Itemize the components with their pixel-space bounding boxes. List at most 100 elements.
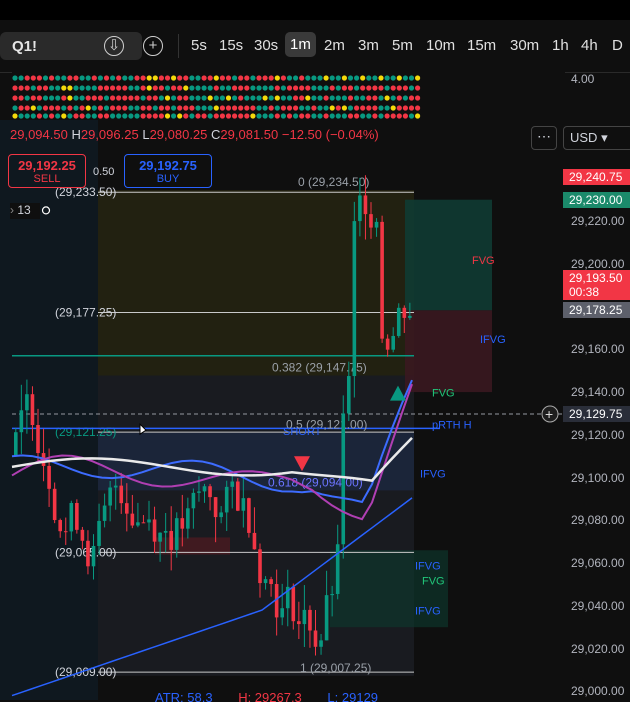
indicator-dot: [268, 95, 274, 101]
indicator-dot: [55, 85, 61, 91]
indicator-dot: [97, 105, 103, 111]
candle-body: [91, 545, 96, 567]
price-axis-label: 29,040.00: [571, 598, 625, 613]
timeframe-4h[interactable]: 4h: [581, 37, 598, 54]
timeframe-5s[interactable]: 5s: [191, 37, 207, 54]
add-symbol-icon[interactable]: +: [143, 36, 163, 56]
indicator-dot: [305, 85, 311, 91]
indicator-dot: [122, 95, 128, 101]
indicator-dot: [317, 113, 323, 119]
timeframe-15m[interactable]: 15m: [467, 37, 496, 54]
indicator-dot: [268, 85, 274, 91]
indicator-dot: [323, 75, 329, 81]
indicator-dot: [110, 85, 116, 91]
indicator-dot: [195, 105, 201, 111]
indicator-dot: [116, 75, 122, 81]
indicator-dot: [256, 113, 262, 119]
candle-body: [52, 488, 57, 521]
indicator-dot: [305, 113, 311, 119]
indicator-dot: [390, 113, 396, 119]
indicator-dot: [30, 95, 36, 101]
candle-body: [402, 307, 407, 318]
atr-value: ATR: 58.3: [155, 690, 213, 702]
indicator-dot: [262, 95, 268, 101]
timeframe-2m[interactable]: 2m: [324, 37, 345, 54]
indicator-dot: [372, 113, 378, 119]
indicator-dot: [189, 105, 195, 111]
candle-body: [269, 579, 273, 585]
indicator-dot: [341, 113, 347, 119]
indicator-dot: [360, 95, 366, 101]
indicator-dot: [305, 105, 311, 111]
indicator-dot: [164, 85, 171, 91]
timeframe-5m[interactable]: 5m: [392, 37, 413, 54]
indicator-dot: [85, 75, 91, 81]
indicator-dot: [61, 75, 67, 81]
indicator-dot: [85, 85, 91, 91]
indicator-dot: [402, 105, 408, 111]
zone-label: IFVG: [415, 560, 441, 572]
indicator-dot: [268, 113, 274, 119]
timeframe-1m[interactable]: 1m: [285, 32, 316, 57]
indicator-dot: [195, 75, 201, 81]
ellipsis-icon: ⋯: [537, 128, 551, 144]
indicator-dot: [49, 95, 55, 101]
indicator-dot: [116, 85, 122, 91]
price-axis[interactable]: [563, 150, 630, 702]
indicator-dot: [49, 105, 55, 111]
ohlc-legend: 29,094.50 H29,096.25 L29,080.25 C29,081.…: [10, 127, 379, 142]
short-zone: [98, 432, 414, 491]
indicator-dot: [91, 105, 97, 111]
more-options-button[interactable]: ⋯: [531, 126, 557, 150]
stats-low: L: 29129: [327, 690, 379, 702]
sell-button[interactable]: 29,192.25 SELL: [8, 154, 86, 188]
indicator-dot: [360, 85, 366, 91]
price-line-label: (29,177.25): [55, 305, 116, 319]
candle-body: [69, 503, 74, 532]
indicator-dot: [73, 85, 79, 91]
price-chart[interactable]: (29,233.50)(29,177.25)(29,121.25)(29,065…: [0, 120, 563, 702]
indicator-dot: [146, 95, 152, 101]
indicator-dot: [415, 85, 421, 91]
indicator-dot: [396, 113, 402, 119]
indicator-dot: [91, 75, 97, 81]
buy-button[interactable]: 29,192.75 BUY: [124, 154, 212, 188]
zone-label: FVG: [432, 387, 455, 399]
timeframe-10m[interactable]: 10m: [426, 37, 455, 54]
indicator-dot: [122, 113, 128, 119]
price-axis-label: 29,000.00: [571, 684, 625, 699]
indicator-dot: [360, 113, 366, 119]
candle-body: [180, 518, 185, 529]
timeframe-30m[interactable]: 30m: [510, 37, 539, 54]
timeframe-3m[interactable]: 3m: [358, 37, 379, 54]
indicator-dot: [128, 113, 134, 119]
symbol-name[interactable]: Q1!: [12, 38, 37, 55]
indicator-dot: [286, 113, 293, 119]
indicator-dot: [396, 95, 402, 101]
price-axis-label: 29,120.00: [571, 427, 625, 442]
stats-footer: ATR: 58.3 H: 29267.3 L: 29129: [155, 690, 400, 702]
indicator-dot: [110, 113, 116, 119]
indicator-dot: [402, 85, 408, 91]
indicator-dots: [12, 75, 421, 119]
stop-zone: [405, 310, 492, 393]
indicator-dot: [329, 105, 335, 111]
timeframe-D[interactable]: D: [612, 37, 623, 54]
timeframe-15s[interactable]: 15s: [219, 37, 243, 54]
candle-body: [396, 307, 401, 336]
currency-select[interactable]: USD ▾: [563, 126, 630, 150]
timeframe-30s[interactable]: 30s: [254, 37, 278, 54]
indicator-dot: [262, 113, 268, 119]
indicator-dot: [408, 105, 415, 111]
indicator-dot: [85, 113, 91, 119]
indicator-dot: [207, 105, 213, 111]
indicator-dot: [323, 85, 329, 91]
compare-download-icon[interactable]: ⇩: [104, 36, 124, 56]
indicator-dot: [366, 75, 372, 81]
indicator-dot: [189, 95, 195, 101]
timeframe-1h[interactable]: 1h: [552, 37, 569, 54]
candle-body: [102, 505, 107, 521]
indicator-dot: [238, 105, 244, 111]
candle-body: [36, 425, 40, 454]
indicator-dot: [390, 85, 396, 91]
